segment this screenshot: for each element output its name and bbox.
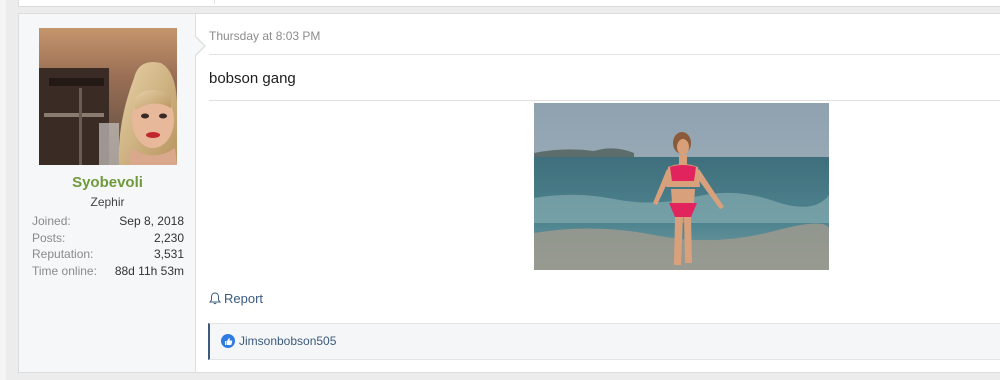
page-margin bbox=[0, 0, 6, 380]
previous-post bbox=[18, 0, 1000, 7]
stat-reputation: Reputation: 3,531 bbox=[32, 246, 184, 263]
username[interactable]: Syobevoli bbox=[19, 174, 196, 191]
post-message: bobson gang bbox=[209, 70, 296, 87]
stat-posts: Posts: 2,230 bbox=[32, 230, 184, 247]
report-link[interactable]: Report bbox=[209, 291, 263, 306]
previous-post-divider bbox=[214, 0, 215, 4]
post-image[interactable] bbox=[534, 103, 829, 270]
bell-icon bbox=[209, 292, 221, 305]
forum-post: Syobevoli Zephir Joined: Sep 8, 2018 Pos… bbox=[18, 13, 1000, 373]
stat-value: 2,230 bbox=[153, 230, 184, 245]
avatar-image bbox=[39, 28, 177, 165]
header-divider bbox=[209, 54, 1000, 55]
stat-time-online: Time online: 88d 11h 53m bbox=[32, 263, 184, 280]
stat-label: Joined: bbox=[32, 214, 71, 228]
post-user-info: Syobevoli Zephir Joined: Sep 8, 2018 Pos… bbox=[19, 14, 196, 372]
post-arrow bbox=[195, 37, 204, 55]
message-divider bbox=[209, 100, 1000, 101]
stat-label: Reputation: bbox=[32, 247, 94, 261]
stat-label: Time online: bbox=[32, 263, 97, 278]
reactions-bar: Jimsonbobson505 bbox=[208, 323, 1000, 360]
report-label: Report bbox=[224, 291, 264, 306]
stat-value: Sep 8, 2018 bbox=[119, 214, 184, 228]
stat-value: 3,531 bbox=[153, 247, 184, 261]
user-title: Zephir bbox=[90, 195, 125, 209]
stat-joined: Joined: Sep 8, 2018 bbox=[32, 213, 184, 230]
user-stats: Joined: Sep 8, 2018 Posts: 2,230 Reputat… bbox=[32, 213, 184, 279]
stat-value: 88d 11h 53m bbox=[114, 263, 184, 278]
reaction-users[interactable]: Jimsonbobson505 bbox=[239, 334, 336, 348]
beach-image bbox=[534, 103, 829, 270]
stat-label: Posts: bbox=[32, 230, 66, 245]
user-avatar[interactable] bbox=[39, 28, 177, 165]
post-timestamp[interactable]: Thursday at 8:03 PM bbox=[209, 29, 320, 43]
thumbs-up-icon bbox=[221, 334, 235, 348]
